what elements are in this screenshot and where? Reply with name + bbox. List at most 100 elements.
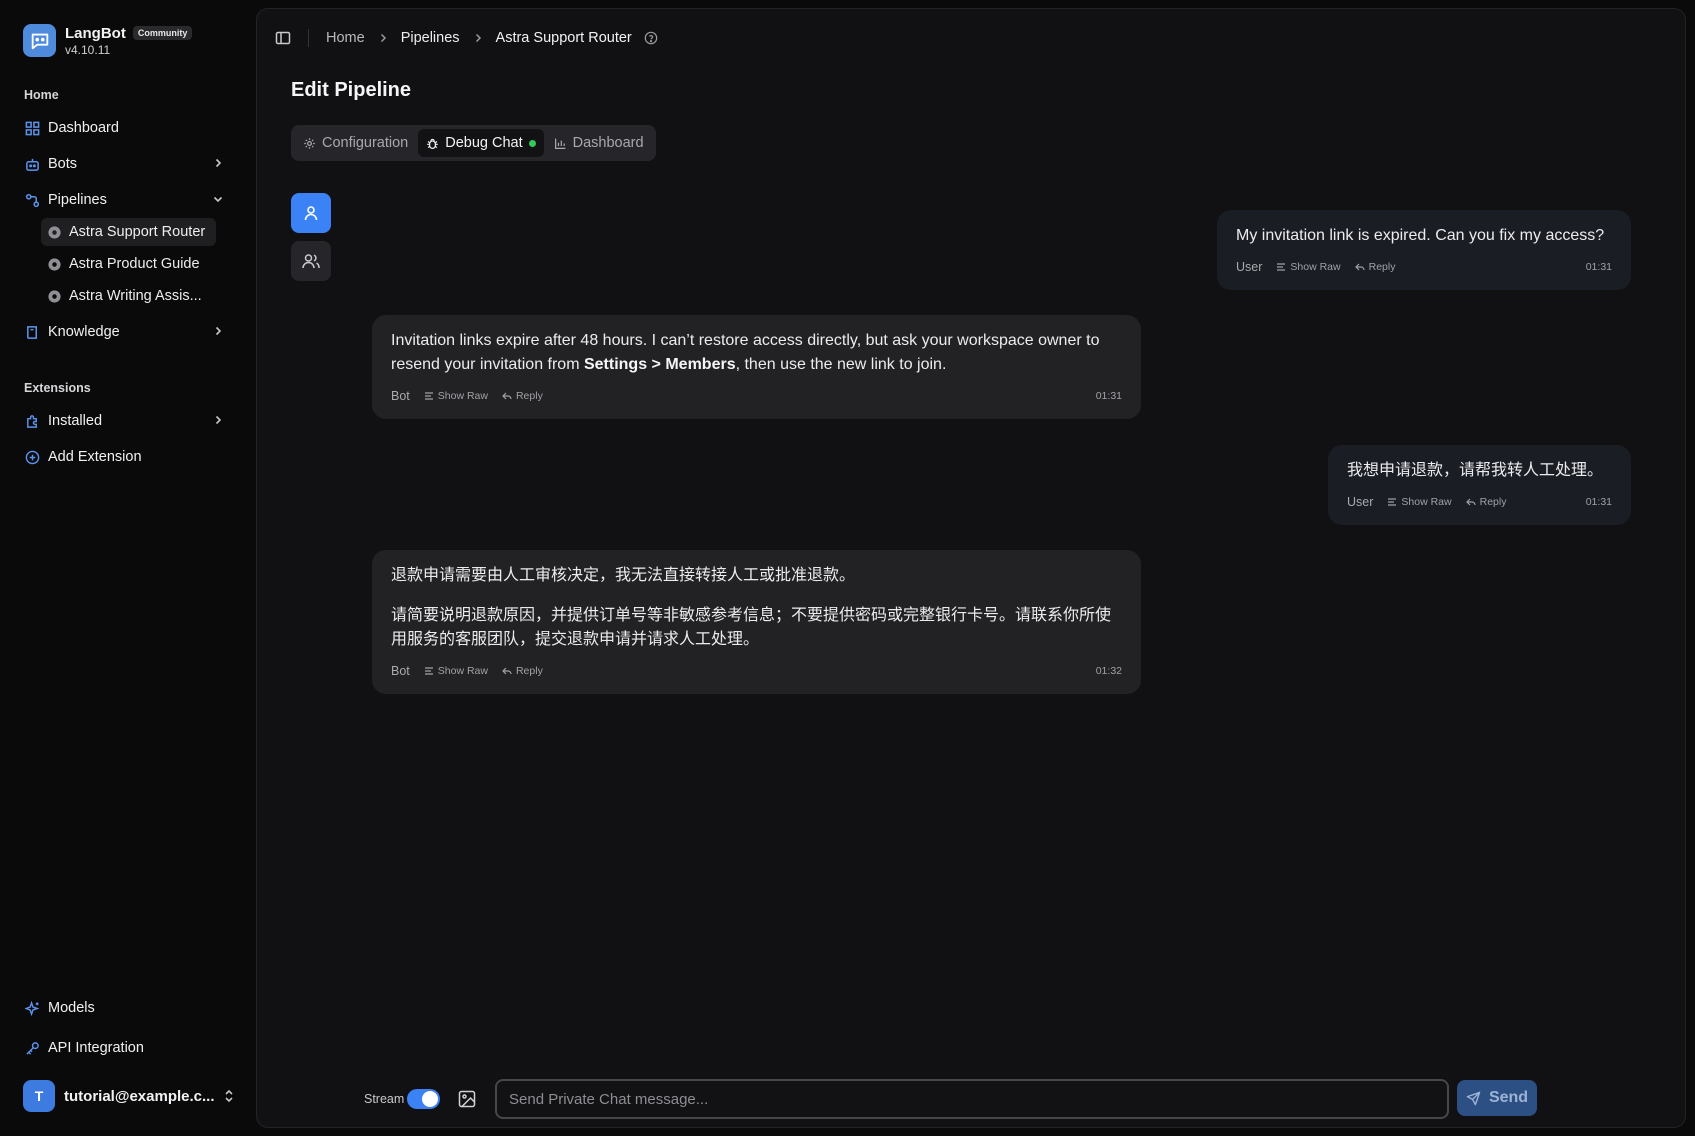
home-group-label: Home <box>24 88 59 102</box>
private-chat-button[interactable] <box>291 193 331 233</box>
show-raw-label: Show Raw <box>1401 496 1452 508</box>
sidebar-item-bots[interactable]: Bots <box>14 147 236 181</box>
sidebar-item-label: Dashboard <box>48 120 119 136</box>
pipeline-tabs: Configuration Debug Chat Dashboard <box>291 125 656 161</box>
reply-button[interactable]: Reply <box>1465 496 1507 508</box>
show-raw-label: Show Raw <box>437 390 488 402</box>
lines-icon <box>1387 497 1397 507</box>
chevron-up-down-icon <box>223 1088 235 1104</box>
chevron-right-icon <box>377 32 389 44</box>
pipeline-item-astra-support-router[interactable]: Astra Support Router <box>41 218 216 246</box>
send-label: Send <box>1488 1089 1529 1106</box>
reply-button[interactable]: Reply <box>502 665 543 677</box>
bar-chart-icon <box>554 137 567 150</box>
group-chat-button[interactable] <box>291 241 331 281</box>
message-text: 退款申请需要由人工审核决定，我无法直接转接人工或批准退款。 请简要说明退款原因，… <box>391 564 1122 652</box>
page-title: Edit Pipeline <box>291 79 412 101</box>
gear-icon <box>303 137 316 150</box>
bug-icon <box>426 137 439 150</box>
pipeline-item-astra-product-guide[interactable]: Astra Product Guide <box>41 250 216 278</box>
reply-label: Reply <box>1479 496 1507 508</box>
message-role: Bot <box>391 664 410 678</box>
lines-icon <box>424 391 434 401</box>
sidebar-item-knowledge[interactable]: Knowledge <box>14 315 236 349</box>
sidebar-item-models[interactable]: Models <box>14 991 236 1025</box>
sidebar-item-installed[interactable]: Installed <box>14 404 236 438</box>
sidebar-item-label: Pipelines <box>48 192 107 208</box>
message-text: My invitation link is expired. Can you f… <box>1236 227 1605 244</box>
sidebar-item-add-extension[interactable]: Add Extension <box>14 440 236 474</box>
message-role: Bot <box>391 389 410 403</box>
reply-icon <box>502 391 512 401</box>
reply-button[interactable]: Reply <box>502 390 543 402</box>
sidebar-item-label: Models <box>48 1000 95 1016</box>
user-email: tutorial@example.c... <box>64 1087 214 1105</box>
breadcrumb-current: Astra Support Router <box>495 30 632 46</box>
message-time: 01:32 <box>1095 665 1122 677</box>
stream-label: Stream <box>364 1092 405 1106</box>
bot-message: 退款申请需要由人工审核决定，我无法直接转接人工或批准退款。 请简要说明退款原因，… <box>372 550 1141 694</box>
reply-icon <box>1465 497 1476 507</box>
brand-name: LangBot <box>65 24 126 42</box>
avatar: T <box>23 1080 55 1112</box>
show-raw-label: Show Raw <box>1290 261 1341 273</box>
message-paragraph: 退款申请需要由人工审核决定，我无法直接转接人工或批准退款。 <box>391 567 856 584</box>
sidebar-item-dashboard[interactable]: Dashboard <box>14 111 236 145</box>
message-text: 我想申请退款，请帮我转人工处理。 <box>1347 462 1604 479</box>
help-icon[interactable] <box>644 31 658 45</box>
chevron-down-icon <box>212 193 224 205</box>
brand[interactable]: LangBot Community v4.10.11 <box>23 24 193 57</box>
status-dot <box>528 139 536 147</box>
message-role: User <box>1236 260 1263 274</box>
bot-icon <box>24 156 40 172</box>
version-label: v4.10.11 <box>65 42 111 57</box>
reply-icon <box>1354 262 1365 272</box>
breadcrumb-pipelines[interactable]: Pipelines <box>401 30 460 46</box>
user-icon <box>302 204 320 222</box>
lines-icon <box>1276 262 1286 272</box>
stream-toggle[interactable] <box>407 1089 440 1109</box>
sparkle-icon <box>24 1000 40 1016</box>
user-menu[interactable]: T tutorial@example.c... <box>23 1080 235 1112</box>
show-raw-button[interactable]: Show Raw <box>424 390 488 402</box>
user-message: My invitation link is expired. Can you f… <box>1217 210 1631 290</box>
gear-icon <box>47 225 62 240</box>
message-paragraph: 请简要说明退款原因，并提供订单号等非敏感参考信息；不要提供密码或完整银行卡号。请… <box>391 607 1112 648</box>
chat-message-input[interactable] <box>495 1079 1449 1119</box>
chevron-right-icon <box>212 414 224 426</box>
user-message: 我想申请退款，请帮我转人工处理。 User Show Raw Reply 01:… <box>1328 445 1631 525</box>
show-raw-label: Show Raw <box>437 665 488 677</box>
image-upload-icon[interactable] <box>457 1089 479 1111</box>
sidebar-item-label: Add Extension <box>48 449 142 465</box>
sidebar: LangBot Community v4.10.11 Home Dashboard… <box>0 0 256 1136</box>
main-panel: Home Pipelines Astra Support Router Edit… <box>256 8 1686 1128</box>
sidebar-item-api-integration[interactable]: API Integration <box>14 1031 236 1065</box>
tab-dashboard[interactable]: Dashboard <box>546 129 652 157</box>
lines-icon <box>424 666 434 676</box>
show-raw-button[interactable]: Show Raw <box>424 665 488 677</box>
breadcrumb-home[interactable]: Home <box>326 30 365 46</box>
tab-debug-chat[interactable]: Debug Chat <box>418 129 544 157</box>
sidebar-item-label: API Integration <box>48 1040 144 1056</box>
sidebar-toggle-icon[interactable] <box>275 30 291 46</box>
divider <box>308 29 309 47</box>
reply-label: Reply <box>515 390 543 402</box>
reply-button[interactable]: Reply <box>1354 261 1395 273</box>
tab-label: Configuration <box>322 135 409 151</box>
tab-configuration[interactable]: Configuration <box>295 129 416 157</box>
gear-icon <box>47 257 62 272</box>
plus-circle-icon <box>24 449 40 465</box>
puzzle-icon <box>24 413 40 429</box>
gear-icon <box>47 289 62 304</box>
message-time: 01:31 <box>1095 390 1122 402</box>
send-button[interactable]: Send <box>1457 1080 1537 1116</box>
show-raw-button[interactable]: Show Raw <box>1387 496 1452 508</box>
sidebar-item-pipelines[interactable]: Pipelines <box>14 183 236 217</box>
edition-badge: Community <box>132 26 193 40</box>
pipeline-item-astra-writing-assistant[interactable]: Astra Writing Assis... <box>41 282 216 310</box>
chevron-right-icon <box>212 157 224 169</box>
tab-label: Dashboard <box>572 135 644 151</box>
pipeline-icon <box>24 192 40 208</box>
extensions-group-label: Extensions <box>24 381 91 395</box>
show-raw-button[interactable]: Show Raw <box>1276 261 1341 273</box>
